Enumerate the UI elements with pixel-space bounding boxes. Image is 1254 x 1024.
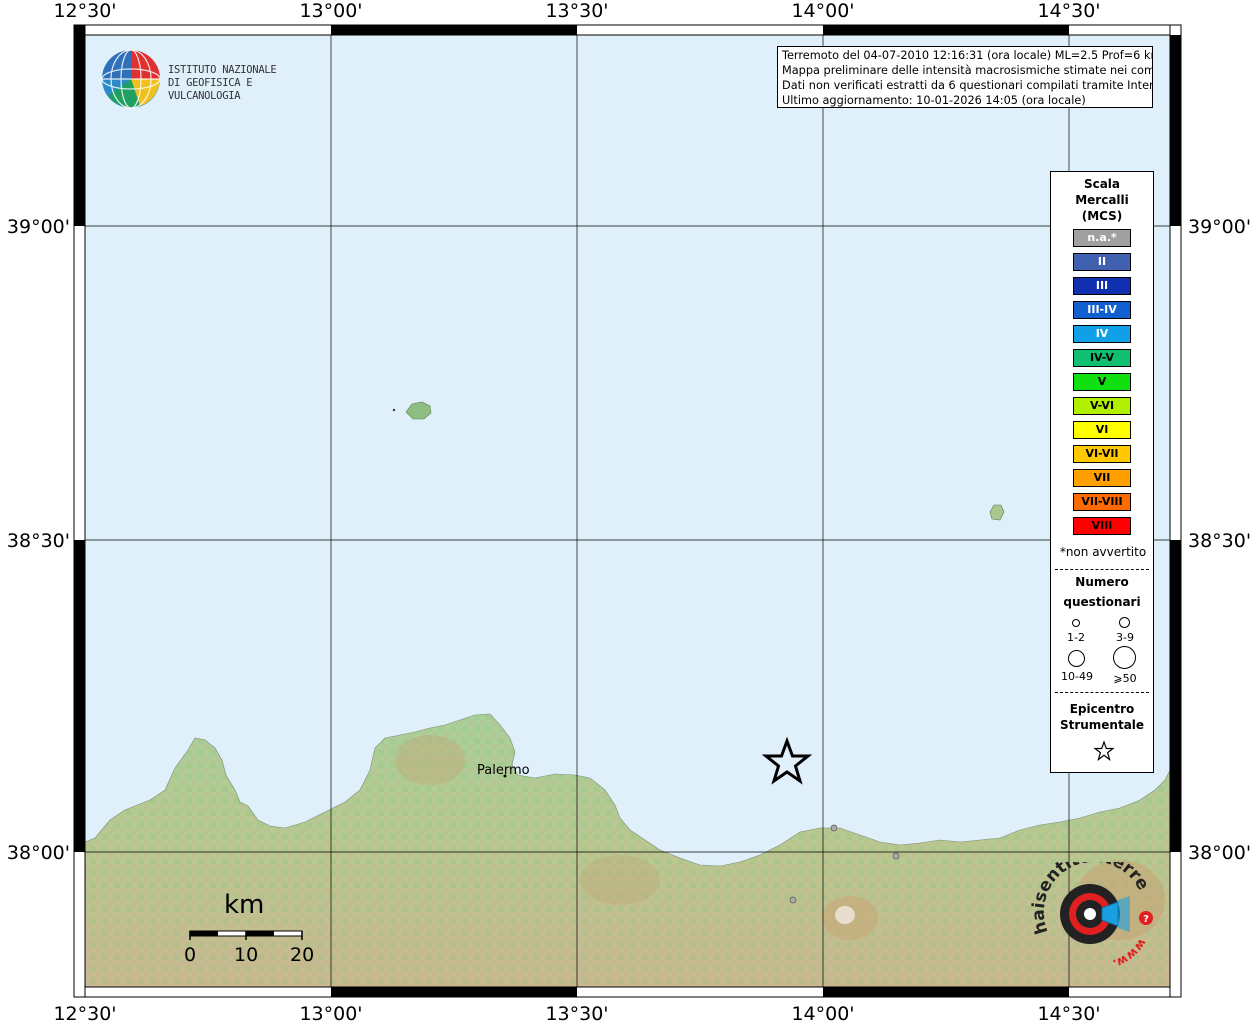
info-line: Dati non verificati estratti da 6 questi… [782,79,1153,92]
size-label: 10-49 [1061,670,1093,683]
lat-ticks-right: 39°00' 38°30' 38°00' [1188,216,1251,864]
size-label: 1-2 [1067,631,1085,644]
lat-tick: 38°00' [1188,842,1251,864]
lon-tick: 14°30' [1037,1003,1100,1024]
non-avvertito-note: *non avvertito [1059,545,1147,559]
lat-tick: 38°00' [7,842,70,864]
scale-unit: km [224,890,265,920]
lat-tick: 38°30' [7,530,70,552]
info-line: Mappa preliminare delle intensità macros… [782,64,1153,77]
lon-tick: 13°00' [299,0,362,22]
info-line: Ultimo aggiornamento: 10-01-2026 14:05 (… [782,94,1086,107]
event-info-box: Terremoto del 04-07-2010 12:16:31 (ora l… [777,46,1153,108]
intensity-swatch: VIII [1073,517,1131,535]
lat-tick: 39°00' [1188,216,1251,238]
logo-line2: DI GEOFISICA E VULCANOLOGIA [168,77,253,102]
logo-line1: ISTITUTO NAZIONALE [168,64,277,76]
target-icon: ? haisentitoilterremoto.it www. [1021,847,1153,971]
intensity-swatch: n.a.* [1073,229,1131,247]
intensity-swatch: II [1073,253,1131,271]
legend-title-line: (MCS) [1081,209,1123,223]
size-circle-xlarge [1113,646,1136,669]
epicenter-line: Epicentro [1069,702,1135,716]
numero-line: questionari [1063,595,1141,609]
numero-title: Numero questionari [1051,574,1153,610]
lon-tick: 13°00' [299,1003,362,1024]
intensity-swatch: III-IV [1073,301,1131,319]
scale-bar-labels: km 0 10 20 [180,890,330,970]
size-circle-small [1072,619,1080,627]
legend-title: Scala Mercalli (MCS) [1051,176,1153,224]
lat-tick: 38°30' [1188,530,1251,552]
lon-tick: 13°30' [545,0,608,22]
scale-label: 10 [234,944,259,966]
lon-tick: 14°30' [1037,0,1100,22]
haisentito-prefix: www. [1111,936,1149,971]
lon-ticks-top: 12°30' 13°00' 13°30' 14°00' 14°30' [53,0,1100,22]
intensity-swatch: V [1073,373,1131,391]
scale-label: 20 [290,944,315,966]
intensity-swatch: III [1073,277,1131,295]
intensity-swatch: IV [1073,325,1131,343]
city-label: Palermo [477,763,530,778]
intensity-swatch: V-VI [1073,397,1131,415]
legend-divider [1055,569,1149,570]
lon-tick: 14°00' [791,0,854,22]
star-icon [1094,741,1114,761]
intensity-swatch: IV-V [1073,349,1131,367]
info-line: Terremoto del 04-07-2010 12:16:31 (ora l… [782,49,1153,62]
legend-title-line: Mercalli [1075,193,1129,207]
lon-ticks-bottom: 12°30' 13°00' 13°30' 14°00' 14°30' [53,1003,1100,1024]
epicenter-title: Epicentro Strumentale [1051,701,1153,733]
legend: Scala Mercalli (MCS) n.a.* II III III-IV IV I… [1050,171,1154,773]
haisentito-logo: ? haisentitoilterremoto.it www. [1021,847,1170,982]
intensity-swatch: VI [1073,421,1131,439]
size-label: 3-9 [1116,631,1134,644]
legend-divider [1055,692,1149,693]
lat-ticks-left: 39°00' 38°30' 38°00' [7,216,70,864]
question-mark: ? [1143,914,1149,925]
svg-text:www.: www. [1111,936,1149,971]
lon-tick: 12°30' [53,1003,116,1024]
size-circle-medium [1119,617,1130,628]
lat-tick: 39°00' [7,216,70,238]
scale-label: 0 [184,944,197,966]
lon-tick: 14°00' [791,1003,854,1024]
intensity-swatch: VII [1073,469,1131,487]
intensity-swatch: VII-VIII [1073,493,1131,511]
globe-icon [101,49,161,109]
epicenter-line: Strumentale [1059,718,1145,732]
ingv-logo: ISTITUTO NAZIONALE DI GEOFISICA E VULCAN… [100,48,310,110]
intensity-swatch: VI-VII [1073,445,1131,463]
lon-tick: 13°30' [545,1003,608,1024]
size-circle-large [1068,650,1085,667]
lon-tick: 12°30' [53,0,116,22]
legend-title-line: Scala [1083,177,1121,191]
size-label: ⩾50 [1113,672,1137,685]
numero-line: Numero [1075,575,1129,589]
